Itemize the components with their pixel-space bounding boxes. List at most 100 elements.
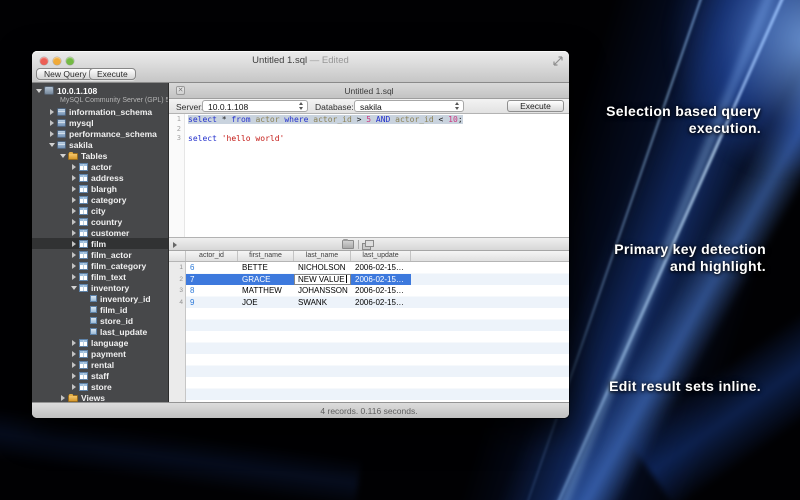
- cell-last_update[interactable]: 2006-02-15…: [351, 274, 411, 286]
- column-header-last_update[interactable]: last_update: [351, 251, 411, 261]
- sidebar-item-label: film_id: [100, 305, 127, 315]
- cell-first_name[interactable]: GRACE: [238, 274, 294, 286]
- disclosure-closed-icon[interactable]: [70, 229, 79, 237]
- disclosure-closed-icon[interactable]: [70, 207, 79, 215]
- sidebar-item-customer[interactable]: customer: [32, 227, 168, 238]
- disclosure-closed-icon[interactable]: [70, 273, 79, 281]
- disclosure-closed-icon[interactable]: [70, 185, 79, 193]
- sidebar-item-label: actor: [91, 162, 112, 172]
- toolbar-execute-button[interactable]: Execute: [89, 68, 136, 80]
- disclosure-closed-icon[interactable]: [48, 108, 57, 116]
- sidebar-item-payment[interactable]: payment: [32, 348, 168, 359]
- table-row[interactable]: 27GRACENEW VALUE2006-02-15…: [169, 274, 569, 286]
- sidebar-item-inventory[interactable]: inventory: [32, 282, 168, 293]
- cell-last_name[interactable]: JOHANSSON: [294, 285, 351, 297]
- sidebar-item-actor[interactable]: actor: [32, 161, 168, 172]
- sidebar-item-Tables[interactable]: Tables: [32, 150, 168, 161]
- disclosure-closed-icon[interactable]: [70, 196, 79, 204]
- sql-token: 'hello world': [222, 134, 285, 143]
- execute-button[interactable]: Execute: [507, 100, 564, 112]
- sidebar-tree: information_schemamysqlperformance_schem…: [32, 106, 168, 402]
- sidebar-item-store_id[interactable]: store_id: [32, 315, 168, 326]
- sidebar-item-label: Tables: [81, 151, 107, 161]
- cell-last_name[interactable]: SWANK: [294, 297, 351, 309]
- column-header-actor_id[interactable]: actor_id: [186, 251, 238, 261]
- disclosure-closed-icon[interactable]: [48, 130, 57, 138]
- sidebar-server-row[interactable]: 10.0.1.108 MySQL Community Server (GPL) …: [32, 83, 168, 106]
- sidebar-item-Views[interactable]: Views: [32, 392, 168, 402]
- title-bar[interactable]: Untitled 1.sql — Edited New Query Execut…: [32, 51, 569, 83]
- sidebar-item-sakila[interactable]: sakila: [32, 139, 168, 150]
- server-select[interactable]: 10.0.1.108: [202, 100, 308, 112]
- disclosure-closed-icon[interactable]: [48, 119, 57, 127]
- sidebar: 10.0.1.108 MySQL Community Server (GPL) …: [32, 83, 168, 402]
- server-description: MySQL Community Server (GPL) 5.6.1: [60, 96, 166, 105]
- sidebar-item-film_id[interactable]: film_id: [32, 304, 168, 315]
- sidebar-item-store[interactable]: store: [32, 381, 168, 392]
- resize-icon[interactable]: [553, 56, 563, 66]
- sidebar-item-film_text[interactable]: film_text: [32, 271, 168, 282]
- sql-token: ;: [458, 115, 463, 124]
- sidebar-item-last_update[interactable]: last_update: [32, 326, 168, 337]
- disclosure-closed-icon[interactable]: [70, 383, 79, 391]
- sidebar-item-information_schema[interactable]: information_schema: [32, 106, 168, 117]
- sidebar-item-address[interactable]: address: [32, 172, 168, 183]
- disclosure-closed-icon[interactable]: [70, 372, 79, 380]
- table-row[interactable]: 49JOESWANK2006-02-15…: [169, 297, 569, 309]
- disclosure-open-icon[interactable]: [59, 152, 68, 160]
- cell-actor-id[interactable]: 8: [186, 285, 238, 297]
- sidebar-item-inventory_id[interactable]: inventory_id: [32, 293, 168, 304]
- sidebar-item-language[interactable]: language: [32, 337, 168, 348]
- table-row[interactable]: 16BETTENICHOLSON2006-02-15…: [169, 262, 569, 274]
- folder-icon[interactable]: [342, 240, 354, 249]
- disclosure-closed-icon[interactable]: [59, 394, 68, 402]
- cell-actor-id[interactable]: 6: [186, 262, 238, 274]
- sidebar-item-film_category[interactable]: film_category: [32, 260, 168, 271]
- column-header-first_name[interactable]: first_name: [238, 251, 294, 261]
- cell-last_update[interactable]: 2006-02-15…: [351, 285, 411, 297]
- disclosure-open-icon[interactable]: [35, 87, 44, 95]
- sidebar-item-category[interactable]: category: [32, 194, 168, 205]
- cell-first_name[interactable]: BETTE: [238, 262, 294, 274]
- layers-icon[interactable]: [362, 240, 374, 249]
- disclosure-closed-icon[interactable]: [70, 174, 79, 182]
- disclosure-closed-icon[interactable]: [70, 240, 79, 248]
- sidebar-item-staff[interactable]: staff: [32, 370, 168, 381]
- database-select[interactable]: sakila: [354, 100, 464, 112]
- sidebar-item-label: language: [91, 338, 128, 348]
- sidebar-item-city[interactable]: city: [32, 205, 168, 216]
- disclosure-closed-icon[interactable]: [70, 251, 79, 259]
- disclosure-closed-icon[interactable]: [70, 361, 79, 369]
- disclosure-open-icon[interactable]: [70, 284, 79, 292]
- cell-last_update[interactable]: 2006-02-15…: [351, 297, 411, 309]
- sidebar-item-mysql[interactable]: mysql: [32, 117, 168, 128]
- cell-last_update[interactable]: 2006-02-15…: [351, 262, 411, 274]
- editor-line: select 'hello world': [188, 134, 569, 144]
- cell-first_name[interactable]: MATTHEW: [238, 285, 294, 297]
- sidebar-item-label: category: [91, 195, 126, 205]
- table-row[interactable]: 38MATTHEWJOHANSSON2006-02-15…: [169, 285, 569, 297]
- column-header-last_name[interactable]: last_name: [294, 251, 351, 261]
- sidebar-item-blargh[interactable]: blargh: [32, 183, 168, 194]
- new-query-button[interactable]: New Query: [36, 68, 95, 80]
- disclosure-closed-icon[interactable]: [70, 350, 79, 358]
- disclosure-closed-icon[interactable]: [70, 218, 79, 226]
- cell-actor-id[interactable]: 9: [186, 297, 238, 309]
- disclosure-play-icon[interactable]: [173, 242, 177, 248]
- sidebar-item-rental[interactable]: rental: [32, 359, 168, 370]
- cell-actor-id[interactable]: 7: [186, 274, 238, 286]
- sidebar-item-film[interactable]: film: [32, 238, 168, 249]
- cell-last_name[interactable]: NICHOLSON: [294, 262, 351, 274]
- cell-last_name[interactable]: NEW VALUE: [294, 274, 351, 286]
- cell-first_name[interactable]: JOE: [238, 297, 294, 309]
- disclosure-closed-icon[interactable]: [70, 163, 79, 171]
- disclosure-closed-icon[interactable]: [70, 262, 79, 270]
- disclosure-closed-icon[interactable]: [70, 339, 79, 347]
- sidebar-item-country[interactable]: country: [32, 216, 168, 227]
- row-number: 2: [169, 274, 186, 286]
- sql-token: actor: [255, 115, 284, 124]
- disclosure-open-icon[interactable]: [48, 141, 57, 149]
- sidebar-item-performance_schema[interactable]: performance_schema: [32, 128, 168, 139]
- sidebar-item-film_actor[interactable]: film_actor: [32, 249, 168, 260]
- sql-editor[interactable]: 123 select * from actor where actor_id >…: [169, 114, 569, 237]
